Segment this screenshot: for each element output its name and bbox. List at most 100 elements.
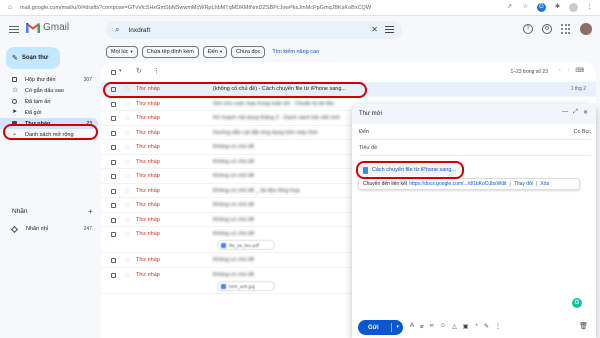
profile-icon[interactable] bbox=[569, 3, 578, 12]
table-row[interactable]: ☆ Thư nháp (không có chủ đề) - Cách chuyển… bbox=[101, 82, 596, 97]
attachment-chip[interactable]: file_tai_lieu.pdf bbox=[217, 240, 275, 250]
filter-any-time[interactable]: Mọi lúc ▾ bbox=[106, 46, 138, 58]
url-text[interactable]: mail.google.com/mail/u/0/#drafts?compose… bbox=[20, 5, 440, 11]
refresh-icon[interactable]: ↻ bbox=[136, 67, 142, 75]
search-bar[interactable]: ⌕ Inxdraft ✕ bbox=[106, 21, 402, 39]
add-label-icon[interactable]: + bbox=[88, 207, 93, 216]
more-options-icon[interactable]: ⋮ bbox=[153, 67, 160, 75]
filter-unread[interactable]: Chưa đọc bbox=[231, 46, 266, 58]
row-checkbox[interactable] bbox=[111, 272, 116, 278]
close-icon[interactable]: ✕ bbox=[583, 109, 588, 116]
input-tools-icon[interactable]: ⌨ bbox=[575, 67, 584, 74]
change-link-button[interactable]: Thay đổi bbox=[514, 181, 533, 187]
star-icon: ☆ bbox=[12, 87, 19, 94]
clear-search-icon[interactable]: ✕ bbox=[371, 25, 378, 34]
star-icon[interactable]: ☆ bbox=[124, 230, 130, 238]
share-icon[interactable]: ↗ bbox=[505, 3, 514, 12]
row-checkbox[interactable] bbox=[111, 258, 116, 263]
cc-bcc-link[interactable]: Cc Bcc bbox=[574, 129, 591, 135]
insert-photo-icon[interactable]: ▣ bbox=[463, 323, 469, 330]
more-options-icon[interactable]: ⋮ bbox=[495, 323, 501, 330]
remove-link-button[interactable]: Xóa bbox=[540, 181, 549, 187]
help-icon[interactable]: ? bbox=[523, 24, 533, 34]
star-icon[interactable]: ☆ bbox=[124, 187, 130, 195]
filter-to[interactable]: Đến ▾ bbox=[202, 46, 228, 58]
sidebar-item-starred[interactable]: ☆ Có gắn dấu sao bbox=[0, 85, 98, 96]
send-button[interactable]: Gửi ▾ bbox=[358, 320, 403, 335]
sidebar-item-inbox[interactable]: Hộp thư đến 307 bbox=[0, 74, 98, 85]
link-url[interactable]: https://docs.google.com/.../d/1bKoOJbsWd… bbox=[409, 181, 506, 187]
minimize-icon[interactable]: — bbox=[562, 109, 568, 116]
prev-page-icon[interactable]: ‹ bbox=[559, 67, 561, 74]
row-checkbox[interactable] bbox=[111, 87, 116, 92]
star-icon[interactable]: ☆ bbox=[124, 172, 130, 180]
sidebar-item-drafts[interactable]: Thư nháp 23 bbox=[0, 118, 98, 129]
row-checkbox[interactable] bbox=[111, 101, 116, 107]
sidebar-item-sent[interactable]: ➤ Đã gửi bbox=[0, 107, 98, 118]
star-icon[interactable]: ☆ bbox=[124, 114, 130, 122]
search-input[interactable]: Inxdraft bbox=[128, 27, 150, 34]
compose-title: Thư mới bbox=[359, 111, 382, 117]
puzzle-icon[interactable]: ✱ bbox=[553, 3, 562, 12]
star-icon[interactable]: ☆ bbox=[124, 85, 130, 93]
sidebar-item-more[interactable]: ⌄ Danh sách mở rộng bbox=[0, 129, 98, 140]
row-checkbox[interactable] bbox=[111, 159, 116, 165]
subject-field[interactable]: Tiêu đề bbox=[359, 142, 591, 156]
apps-grid-icon[interactable] bbox=[561, 24, 571, 34]
star-icon[interactable]: ☆ bbox=[521, 3, 530, 12]
chevron-down-icon[interactable]: ▾ bbox=[119, 68, 122, 74]
gmail-logo[interactable]: Gmail bbox=[26, 22, 69, 33]
star-icon[interactable]: ☆ bbox=[124, 143, 130, 151]
row-checkbox[interactable] bbox=[111, 232, 116, 237]
filter-has-attachment[interactable]: Chứa tệp đính kèm bbox=[141, 46, 199, 58]
star-icon[interactable]: ☆ bbox=[124, 216, 130, 224]
lock-clock-icon[interactable]: ◔ bbox=[474, 323, 478, 330]
select-all-checkbox[interactable] bbox=[111, 70, 116, 75]
label-name: Nhãn nhỉ bbox=[26, 226, 49, 232]
drive-icon[interactable]: △ bbox=[452, 323, 457, 330]
row-sender: Thư nháp bbox=[136, 173, 160, 179]
send-options-icon[interactable]: ▾ bbox=[391, 323, 399, 332]
label-item[interactable]: Nhãn nhỉ 247 bbox=[10, 224, 96, 234]
sidebar-item-snoozed[interactable]: Đã tạm ẩn bbox=[0, 96, 98, 107]
advanced-search-link[interactable]: Tìm kiếm nâng cao bbox=[272, 49, 319, 55]
emoji-icon[interactable]: ☺ bbox=[440, 323, 446, 330]
main-menu-icon[interactable] bbox=[9, 24, 19, 34]
google-doc-link-chip[interactable]: Cách chuyển file từ iPhone sang... bbox=[360, 164, 456, 176]
star-icon[interactable]: ☆ bbox=[124, 158, 130, 166]
row-checkbox[interactable] bbox=[111, 217, 116, 223]
settings-icon[interactable]: ⚙ bbox=[542, 24, 552, 34]
star-icon[interactable]: ☆ bbox=[124, 100, 130, 108]
star-icon[interactable]: ☆ bbox=[124, 271, 130, 279]
compose-button[interactable]: ✎ Soạn thư bbox=[6, 47, 60, 69]
nav-list: Hộp thư đến 307 ☆ Có gắn dấu sao Đã tạm … bbox=[0, 74, 98, 140]
signature-icon[interactable]: ✎ bbox=[484, 323, 489, 330]
insert-link-icon[interactable]: ∞ bbox=[430, 323, 434, 330]
next-page-icon[interactable]: › bbox=[568, 67, 570, 74]
row-checkbox[interactable] bbox=[111, 203, 116, 208]
attach-file-icon[interactable]: ⌀ bbox=[420, 323, 424, 330]
row-checkbox[interactable] bbox=[111, 130, 116, 136]
account-avatar[interactable] bbox=[580, 23, 592, 35]
row-checkbox[interactable] bbox=[111, 145, 116, 150]
star-icon[interactable]: ☆ bbox=[124, 201, 130, 209]
grammarly-icon[interactable]: G bbox=[572, 298, 582, 308]
attachment-chip[interactable]: hinh_anh.jpg bbox=[217, 280, 275, 291]
star-icon[interactable]: ☆ bbox=[124, 256, 130, 264]
row-subject: Không có chủ đề bbox=[213, 231, 255, 237]
row-checkbox[interactable] bbox=[111, 188, 116, 194]
discard-draft-icon[interactable]: 🗑 bbox=[579, 322, 588, 330]
row-checkbox[interactable] bbox=[111, 174, 116, 179]
row-sender: Thư nháp bbox=[136, 86, 160, 92]
search-options-icon[interactable] bbox=[385, 26, 394, 33]
row-checkbox[interactable] bbox=[111, 116, 116, 121]
to-field[interactable]: Đến Cc Bcc bbox=[359, 126, 591, 140]
browser-menu-icon[interactable]: ⋮ bbox=[585, 3, 594, 12]
expand-icon[interactable]: ⤢ bbox=[573, 109, 578, 116]
labels-heading: Nhãn + bbox=[12, 207, 93, 216]
star-icon[interactable]: ☆ bbox=[124, 129, 130, 137]
search-icon[interactable]: ⌕ bbox=[115, 25, 119, 35]
format-text-icon[interactable]: A bbox=[410, 323, 414, 330]
extension-icon[interactable]: G bbox=[537, 3, 546, 12]
compose-header[interactable]: Thư mới — ⤢ ✕ bbox=[352, 104, 596, 124]
